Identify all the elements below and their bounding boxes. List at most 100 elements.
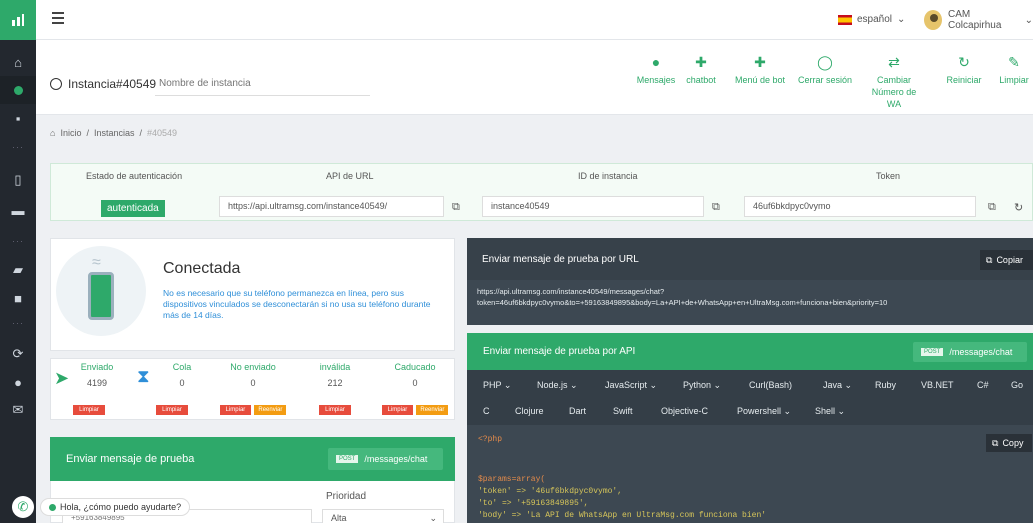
breadcrumb-home[interactable]: Inicio <box>60 128 81 138</box>
tab-objective-c[interactable]: Objective-C <box>661 406 708 416</box>
logout-action[interactable]: ◯ Cerrar sesión <box>797 54 853 86</box>
wifi-icon: ≈ <box>92 254 101 271</box>
messages-action[interactable]: ● Mensajes <box>634 55 678 86</box>
copy-icon[interactable]: ⧉ <box>988 201 996 214</box>
phone-icon <box>88 272 114 320</box>
user-menu[interactable]: CAM Colcapirhua ⌄ <box>924 9 1033 31</box>
bot-menu-action[interactable]: ✚ Menú de bot <box>733 55 787 86</box>
help-icon[interactable]: ● <box>0 368 36 396</box>
divider-dots: ··· <box>12 236 24 246</box>
divider-dots: ··· <box>12 318 24 328</box>
api-url-field[interactable]: https://api.ultramsg.com/instance40549/ <box>219 196 444 217</box>
tab-dart[interactable]: Dart <box>569 406 586 416</box>
language-label: español <box>857 14 893 25</box>
method-badge: POST <box>921 348 944 356</box>
chatbot-action[interactable]: ✚ chatbot <box>682 55 720 86</box>
ticket-icon[interactable]: ■ <box>0 284 36 312</box>
resend-unsent-button[interactable]: Reenviar <box>254 405 287 415</box>
tab-vbnet[interactable]: VB.NET <box>921 380 954 390</box>
tab-swift[interactable]: Swift <box>613 406 633 416</box>
chat-widget[interactable]: ✆ Hola, ¿cómo puedo ayudarte? <box>12 496 191 518</box>
tab-python[interactable]: Python ⌄ <box>683 380 721 391</box>
tab-php[interactable]: PHP ⌄ <box>483 380 511 391</box>
tab-powershell[interactable]: Powershell ⌄ <box>737 406 791 417</box>
clear-action[interactable]: ✎ Limpiar <box>996 54 1032 86</box>
breadcrumb-current: #40549 <box>147 128 178 138</box>
token-field[interactable]: 46uf6bkdpyc0vymo <box>744 196 976 217</box>
instances-icon[interactable] <box>0 76 36 104</box>
code-line: <?php <box>478 435 503 444</box>
tab-ruby[interactable]: Ruby <box>875 380 896 390</box>
copy-url-button[interactable]: ⧉ Copiar <box>980 250 1033 270</box>
language-tabs: PHP ⌄ Node.js ⌄ JavaScript ⌄ Python ⌄ Cu… <box>467 370 1033 425</box>
tab-curl[interactable]: Curl(Bash) <box>749 380 792 390</box>
spain-flag-icon <box>838 14 852 25</box>
logo-icon[interactable] <box>0 0 36 40</box>
tab-csharp[interactable]: C# <box>977 380 989 390</box>
tab-nodejs[interactable]: Node.js ⌄ <box>537 380 578 391</box>
home-icon: ⌂ <box>50 128 56 138</box>
url-test-text: https://api.ultramsg.com/instance40549/m… <box>477 287 888 307</box>
stat-unsent: No enviado 0 <box>230 362 276 388</box>
status-badge: autenticada <box>101 200 165 217</box>
api-icon[interactable]: ⟳ <box>0 340 36 368</box>
th-api-url: API de URL <box>326 171 374 181</box>
clear-unsent-button[interactable]: Limpiar <box>219 405 252 415</box>
tab-javascript[interactable]: JavaScript ⌄ <box>605 380 657 391</box>
api-test-title: Enviar mensaje de prueba por API <box>483 346 636 357</box>
refresh-token-icon[interactable]: ↻ <box>1014 201 1023 214</box>
tab-clojure[interactable]: Clojure <box>515 406 544 416</box>
logout-icon: ◯ <box>817 54 833 70</box>
api-test-header: Enviar mensaje de prueba por API POST /m… <box>467 333 1033 370</box>
breadcrumb-instances[interactable]: Instancias <box>94 128 135 138</box>
change-number-action[interactable]: ⇄ Cambiar Número de WA <box>869 55 919 110</box>
url-test-title: Enviar mensaje de prueba por URL <box>482 254 639 265</box>
breadcrumb-sep: / <box>139 128 143 138</box>
online-dot <box>49 503 56 511</box>
instance-name-input[interactable] <box>155 72 370 96</box>
connection-text: No es necesario que su teléfono permanez… <box>163 288 431 320</box>
mail-icon[interactable]: ✉ <box>0 396 36 424</box>
copy-icon[interactable]: ⧉ <box>712 201 720 214</box>
avatar <box>924 10 943 30</box>
language-selector[interactable]: español ⌄ <box>838 14 905 25</box>
stat-expired: Caducado 0 <box>394 362 436 388</box>
instance-id-field[interactable]: instance40549 <box>482 196 704 217</box>
clear-queue-button[interactable]: Limpiar <box>156 405 188 415</box>
copy-icon: ⧉ <box>986 254 993 265</box>
user-name: CAM Colcapirhua <box>948 9 1002 31</box>
stat-invalid: inválida 212 <box>319 362 351 388</box>
instance-title: Instancia#40549 <box>50 77 156 91</box>
test-message-header: Enviar mensaje de prueba POST /messages/… <box>50 437 455 481</box>
endpoint-label: /messages/chat <box>364 454 428 464</box>
priority-label: Prioridad <box>326 491 367 502</box>
stat-sent: Enviado 4199 <box>80 362 114 388</box>
restart-action[interactable]: ↻ Reiniciar <box>944 54 984 86</box>
tab-go[interactable]: Go <box>1011 380 1023 390</box>
payment-icon[interactable]: ▯ <box>0 166 36 194</box>
document-icon[interactable]: ▪ <box>0 104 36 132</box>
book-icon[interactable]: ▰ <box>0 256 36 284</box>
tab-shell[interactable]: Shell ⌄ <box>815 406 845 417</box>
th-instance-id: ID de instancia <box>578 171 638 181</box>
divider-dots: ··· <box>12 142 24 152</box>
clear-expired-button[interactable]: Limpiar <box>381 405 414 415</box>
th-status: Estado de autenticación <box>86 171 183 181</box>
resend-expired-button[interactable]: Reenviar <box>416 405 449 415</box>
clear-invalid-button[interactable]: Limpiar <box>319 405 351 415</box>
menu-icon[interactable] <box>52 12 64 24</box>
chat-bubble[interactable]: Hola, ¿cómo puedo ayudarte? <box>40 498 191 516</box>
tab-java[interactable]: Java ⌄ <box>823 380 852 391</box>
test-message-title: Enviar mensaje de prueba <box>66 453 195 465</box>
priority-select[interactable]: Alta ⌄ <box>322 509 444 523</box>
clear-sent-button[interactable]: Limpiar <box>73 405 105 415</box>
hourglass-icon: ⧗ <box>137 366 150 386</box>
broom-icon: ✎ <box>1008 54 1020 70</box>
home-icon[interactable]: ⌂ <box>0 48 36 76</box>
copy-icon[interactable]: ⧉ <box>452 201 460 214</box>
tab-c[interactable]: C <box>483 406 490 416</box>
card-icon[interactable]: ▬ <box>0 196 36 224</box>
code-line: 'token' => '46uf6bkdpyc0vymo', <box>478 487 623 496</box>
refresh-icon: ↻ <box>958 54 970 70</box>
copy-code-button[interactable]: ⧉ Copy <box>986 434 1032 452</box>
